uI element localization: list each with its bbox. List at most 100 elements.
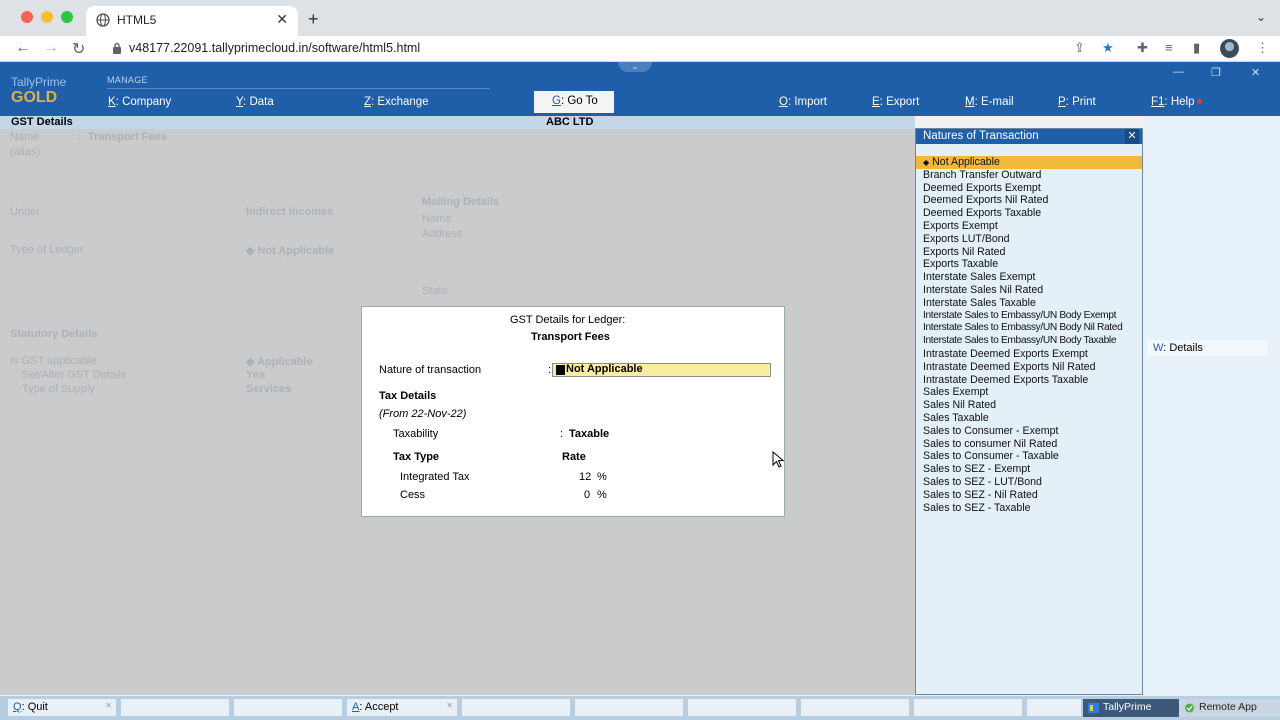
nature-list-item[interactable]: Interstate Sales to Embassy/UN Body Exem… bbox=[916, 310, 1142, 323]
rate-header: Rate bbox=[562, 451, 586, 463]
nature-list-item[interactable]: Deemed Exports Taxable bbox=[916, 207, 1142, 220]
nature-list-item[interactable]: Sales to SEZ - Exempt bbox=[916, 463, 1142, 476]
address-bar[interactable]: v48177.22091.tallyprimecloud.in/software… bbox=[129, 41, 420, 55]
colon: : bbox=[548, 364, 552, 376]
browser-tab-strip: HTML5 ✕ + ⌄ bbox=[0, 0, 1280, 36]
collapse-notch-icon[interactable]: ⌄ bbox=[618, 62, 652, 72]
nature-list-item[interactable]: Sales Exempt bbox=[916, 386, 1142, 399]
divider bbox=[107, 88, 490, 89]
screen-title: GST Details bbox=[11, 116, 73, 128]
menu-import[interactable]: O: Import bbox=[779, 96, 827, 108]
nature-list-item[interactable]: Branch Transfer Outward bbox=[916, 169, 1142, 182]
close-icon[interactable]: ✕ bbox=[1251, 66, 1260, 79]
nature-list: Not ApplicableBranch Transfer OutwardDee… bbox=[916, 156, 1142, 514]
chevron-down-icon[interactable]: ⌄ bbox=[1256, 10, 1266, 24]
menu-company[interactable]: K: Company bbox=[108, 96, 171, 108]
tax-row-type: Cess bbox=[400, 489, 426, 501]
under-label: Under bbox=[10, 206, 40, 218]
nature-list-item[interactable]: Interstate Sales Exempt bbox=[916, 271, 1142, 284]
taskbar-tallyprime[interactable]: TallyPrime bbox=[1083, 699, 1179, 717]
zoom-window-button[interactable] bbox=[61, 11, 73, 23]
tax-row-unit: % bbox=[597, 471, 607, 483]
details-button[interactable]: W: Details bbox=[1147, 340, 1267, 356]
nature-list-item[interactable]: Sales Taxable bbox=[916, 412, 1142, 425]
quit-button[interactable]: Q: Quit ✕ bbox=[8, 699, 116, 716]
menu-email[interactable]: M: E-mail bbox=[965, 96, 1014, 108]
nature-list-item[interactable]: Sales Nil Rated bbox=[916, 399, 1142, 412]
forward-arrow-icon[interactable]: → bbox=[43, 39, 59, 57]
star-icon[interactable]: ★ bbox=[1102, 40, 1114, 56]
browser-nav-bar: ← → ↻ v48177.22091.tallyprimecloud.in/so… bbox=[0, 36, 1280, 62]
logo-edition: GOLD bbox=[11, 89, 58, 106]
menu-print[interactable]: P: Print bbox=[1058, 96, 1096, 108]
share-icon[interactable]: ⇪ bbox=[1074, 40, 1085, 56]
nature-list-item[interactable]: Exports Taxable bbox=[916, 258, 1142, 271]
menu-exchange[interactable]: Z: Exchange bbox=[364, 96, 429, 108]
nature-of-transaction-label: Nature of transaction bbox=[379, 364, 482, 376]
gst-applicable-value: ◆ Applicable bbox=[246, 356, 313, 368]
nature-of-transaction-value: Not Applicable bbox=[566, 363, 643, 375]
close-icon: ✕ bbox=[105, 701, 112, 710]
nature-list-item[interactable]: Sales to Consumer - Taxable bbox=[916, 450, 1142, 463]
close-icon: ✕ bbox=[446, 701, 453, 710]
empty-button-slot bbox=[1027, 699, 1081, 716]
nature-list-item[interactable]: Intrastate Deemed Exports Nil Rated bbox=[916, 361, 1142, 374]
media-icon[interactable]: ≡ bbox=[1165, 40, 1173, 55]
more-menu-icon[interactable]: ⋮ bbox=[1256, 40, 1269, 56]
lock-icon bbox=[113, 42, 121, 54]
name-label: Name bbox=[10, 131, 40, 143]
name-value: Transport Fees bbox=[88, 131, 167, 143]
empty-button-slot bbox=[462, 699, 570, 716]
alias-label: (alias) bbox=[10, 146, 40, 158]
nature-of-transaction-field[interactable]: Not Applicable bbox=[552, 363, 771, 377]
nature-list-item[interactable]: Interstate Sales to Embassy/UN Body Taxa… bbox=[916, 335, 1142, 348]
nature-list-item[interactable]: Exports Nil Rated bbox=[916, 246, 1142, 259]
tally-top-bar: TallyPrime GOLD MANAGE ⌄ K: Company Y: D… bbox=[0, 62, 1280, 116]
nature-list-item[interactable]: Interstate Sales Taxable bbox=[916, 297, 1142, 310]
close-tab-icon[interactable]: ✕ bbox=[276, 11, 288, 28]
nature-list-item[interactable]: Deemed Exports Exempt bbox=[916, 182, 1142, 195]
nature-list-item[interactable]: Sales to SEZ - LUT/Bond bbox=[916, 476, 1142, 489]
taxability-label: Taxability bbox=[393, 428, 439, 440]
close-window-button[interactable] bbox=[21, 11, 33, 23]
reload-icon[interactable]: ↻ bbox=[72, 39, 85, 59]
accept-button[interactable]: A: Accept ✕ bbox=[347, 699, 457, 716]
restore-icon[interactable]: ❐ bbox=[1211, 66, 1221, 79]
nature-list-item[interactable]: Not Applicable bbox=[916, 156, 1142, 169]
nature-list-item[interactable]: Deemed Exports Nil Rated bbox=[916, 194, 1142, 207]
nature-list-item[interactable]: Intrastate Deemed Exports Exempt bbox=[916, 348, 1142, 361]
tax-row-type: Integrated Tax bbox=[400, 471, 470, 483]
nature-list-item[interactable]: Intrastate Deemed Exports Taxable bbox=[916, 374, 1142, 387]
nature-list-item[interactable]: Interstate Sales Nil Rated bbox=[916, 284, 1142, 297]
tax-row-rate[interactable]: 0 bbox=[584, 489, 590, 501]
menu-data[interactable]: Y: Data bbox=[236, 96, 274, 108]
tax-row-rate[interactable]: 12 bbox=[579, 471, 591, 483]
nature-list-item[interactable]: Sales to SEZ - Nil Rated bbox=[916, 489, 1142, 502]
dialog-title: GST Details for Ledger: bbox=[510, 314, 626, 326]
tax-details-from-date: (From 22-Nov-22) bbox=[379, 408, 467, 420]
nature-list-item[interactable]: Sales to Consumer - Exempt bbox=[916, 425, 1142, 438]
set-alter-gst-value: Yes bbox=[246, 369, 265, 381]
company-name: ABC LTD bbox=[546, 116, 594, 128]
menu-export[interactable]: E: Export bbox=[872, 96, 919, 108]
taskbar-remote-app[interactable]: Remote App bbox=[1179, 699, 1280, 717]
nature-list-item[interactable]: Sales to consumer Nil Rated bbox=[916, 438, 1142, 451]
extensions-icon[interactable]: ✚ bbox=[1137, 40, 1148, 56]
taxability-value[interactable]: Taxable bbox=[569, 428, 609, 440]
right-button-bar: W: Details bbox=[1143, 116, 1280, 695]
menu-help[interactable]: F1: Help bbox=[1151, 96, 1203, 108]
nature-list-item[interactable]: Interstate Sales to Embassy/UN Body Nil … bbox=[916, 322, 1142, 335]
mailing-name-label: Name bbox=[422, 213, 452, 225]
minimize-icon[interactable]: — bbox=[1173, 66, 1184, 78]
nature-list-item[interactable]: Exports LUT/Bond bbox=[916, 233, 1142, 246]
browser-tab[interactable]: HTML5 ✕ bbox=[86, 6, 298, 36]
close-icon[interactable]: ✕ bbox=[1125, 129, 1139, 144]
sidepanel-icon[interactable]: ▮ bbox=[1193, 40, 1200, 56]
minimize-window-button[interactable] bbox=[41, 11, 53, 23]
profile-avatar[interactable] bbox=[1220, 39, 1239, 58]
nature-list-item[interactable]: Exports Exempt bbox=[916, 220, 1142, 233]
menu-goto[interactable]: G: Go To bbox=[534, 91, 614, 113]
back-arrow-icon[interactable]: ← bbox=[15, 39, 31, 57]
nature-list-item[interactable]: Sales to SEZ - Taxable bbox=[916, 502, 1142, 515]
new-tab-icon[interactable]: + bbox=[308, 9, 319, 30]
